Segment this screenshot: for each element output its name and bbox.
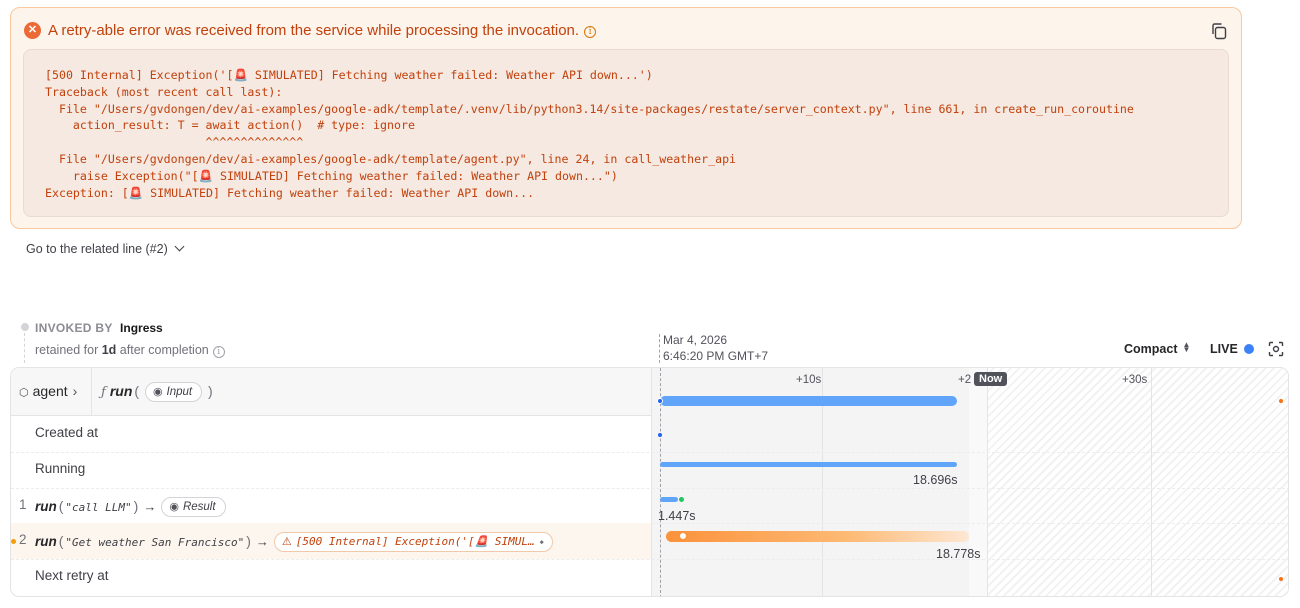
input-button[interactable]: ◉ Input (144, 382, 203, 402)
arrow-right-icon: → (143, 499, 157, 514)
invocation-bar[interactable] (660, 396, 957, 406)
header-divider (91, 368, 92, 416)
live-indicator-icon (1243, 344, 1254, 354)
step2-attempt-dot (678, 531, 688, 541)
copy-icon[interactable] (1209, 21, 1229, 41)
running-bar[interactable] (660, 462, 957, 467)
related-line-link[interactable]: Go to the related line (#2) (26, 241, 185, 256)
invoked-by-value: Ingress (120, 321, 163, 335)
now-region (969, 368, 987, 596)
grid-line (1151, 368, 1152, 596)
invocation-journal: +10s +2 Now +30s 18.696s 1.447s 18.778s … (10, 367, 1289, 597)
input-label: Input (166, 386, 193, 398)
stack-trace: [500 Internal] Exception('[🚨 SIMULATED] … (23, 49, 1229, 217)
tick-label: +2 (958, 374, 972, 386)
trace-line: ^^^^^^^^^^^^^^ (45, 135, 304, 150)
retained-suffix: after completion (119, 343, 209, 357)
entry-arg: "call LLM" (65, 501, 132, 514)
error-title-text: A retry-able error was received from the… (48, 22, 580, 39)
entry-signature: run("call LLM") → ◉ Result (35, 497, 226, 517)
created-dot (658, 433, 662, 437)
function-icon: ƒ (101, 385, 106, 400)
row-next-retry: Next retry at (11, 559, 651, 595)
next-retry-label: Next retry at (35, 568, 109, 583)
retention-info: retained for 1d after completion i (35, 343, 225, 358)
row-running: Running (11, 452, 651, 488)
future-region (987, 368, 1288, 596)
eye-icon: ◉ (169, 501, 179, 513)
grid-line (987, 368, 988, 596)
running-label: Running (35, 461, 86, 476)
result-label: Result (182, 501, 216, 513)
handler-signature: ƒ run( ◉ Input ) (101, 382, 213, 402)
entry-name: run (35, 534, 57, 549)
tick-label: +10s (796, 374, 822, 386)
compact-label: Compact (1124, 342, 1178, 356)
trace-line: [500 Internal] Exception('[🚨 SIMULATED] … (45, 68, 653, 82)
entry-arg: "Get weather San Francisco" (65, 536, 245, 549)
trace-line: Exception: [🚨 SIMULATED] Fetching weathe… (45, 185, 535, 200)
arrow-right-icon: → (255, 534, 269, 549)
row-created-at: Created at (11, 416, 651, 452)
cube-icon: ⬡ (19, 387, 29, 399)
journal-entry-1[interactable]: 1 run("call LLM") → ◉ Result (11, 488, 651, 524)
running-duration: 18.696s (913, 473, 958, 487)
error-summary: [500 Internal] Exception('[🚨 SIMUL… (295, 535, 535, 548)
start-dot (657, 398, 663, 404)
live-label: LIVE (1210, 342, 1238, 356)
step2-bar[interactable] (666, 531, 969, 542)
trace-line: raise Exception("[🚨 SIMULATED] Fetching … (45, 168, 618, 183)
entry-number: 2 (19, 532, 27, 547)
tick-label: +30s (1122, 374, 1148, 386)
chevron-down-icon (174, 241, 185, 252)
trace-line: Traceback (most recent call last): (45, 84, 283, 99)
focus-icon[interactable] (1268, 341, 1284, 357)
invoked-by-label: INVOKED BY (35, 321, 113, 335)
invoked-by: INVOKED BY Ingress (35, 321, 163, 335)
chevron-updown-icon: ▲ ▼ (1182, 340, 1191, 354)
start-time: 6:46:20 PM GMT+7 (663, 348, 769, 363)
step1-success-dot (679, 497, 684, 502)
chevron-right-icon: › (72, 383, 78, 399)
info-icon[interactable]: i (212, 346, 225, 358)
eye-icon: ◉ (152, 386, 163, 398)
created-at-label: Created at (35, 425, 99, 440)
trace-line: action_result: T = await action() # type… (45, 118, 415, 133)
live-toggle[interactable]: LIVE (1210, 342, 1254, 356)
trace-line: File "/Users/gvdongen/dev/ai-examples/go… (45, 151, 737, 166)
retry-dot (1279, 399, 1283, 403)
entry-number: 1 (19, 497, 27, 512)
start-marker (659, 334, 660, 363)
journal-entry-2[interactable]: 2 run("Get weather San Francisco") → ⚠ [500… (11, 523, 651, 559)
trace-line: File "/Users/gvdongen/dev/ai-examples/go… (45, 101, 1134, 116)
x-circle-icon: ✕ (24, 22, 41, 39)
next-retry-dot (1279, 577, 1283, 581)
timeline-area: +10s +2 Now +30s 18.696s 1.447s 18.778s (651, 368, 1288, 596)
error-title: A retry-able error was received from the… (48, 22, 597, 39)
error-select[interactable]: ⚠ [500 Internal] Exception('[🚨 SIMUL… ◆ (273, 532, 553, 552)
service-name: agent (32, 383, 68, 399)
now-badge: Now (974, 372, 1008, 386)
error-panel: ✕ A retry-able error was received from t… (10, 7, 1242, 229)
invoked-dot (21, 323, 29, 331)
entry-name: run (35, 499, 57, 514)
info-icon[interactable]: i (584, 26, 597, 38)
step1-bar[interactable] (660, 497, 678, 502)
chevron-updown-icon: ◆ (539, 538, 544, 546)
retained-value: 1d (101, 343, 117, 357)
compact-select[interactable]: Compact ▲ ▼ (1124, 340, 1191, 357)
warning-icon: ⚠ (281, 535, 292, 548)
start-date: Mar 4, 2026 (663, 333, 728, 347)
handler-name: run (109, 383, 133, 399)
invocation-header: ⬡ agent › ƒ run( ◉ Input ) (11, 368, 651, 416)
service-link[interactable]: ⬡ agent › (19, 383, 77, 399)
retained-prefix: retained for (35, 343, 99, 357)
step1-duration: 1.447s (658, 509, 696, 523)
related-line-label: Go to the related line (#2) (26, 242, 168, 256)
start-timestamp: Mar 4, 2026 6:46:20 PM GMT+7 (663, 333, 768, 364)
invoked-connector (24, 333, 25, 363)
entry-signature: run("Get weather San Francisco") → ⚠ [500 I… (35, 532, 553, 552)
result-button[interactable]: ◉ Result (161, 497, 226, 517)
